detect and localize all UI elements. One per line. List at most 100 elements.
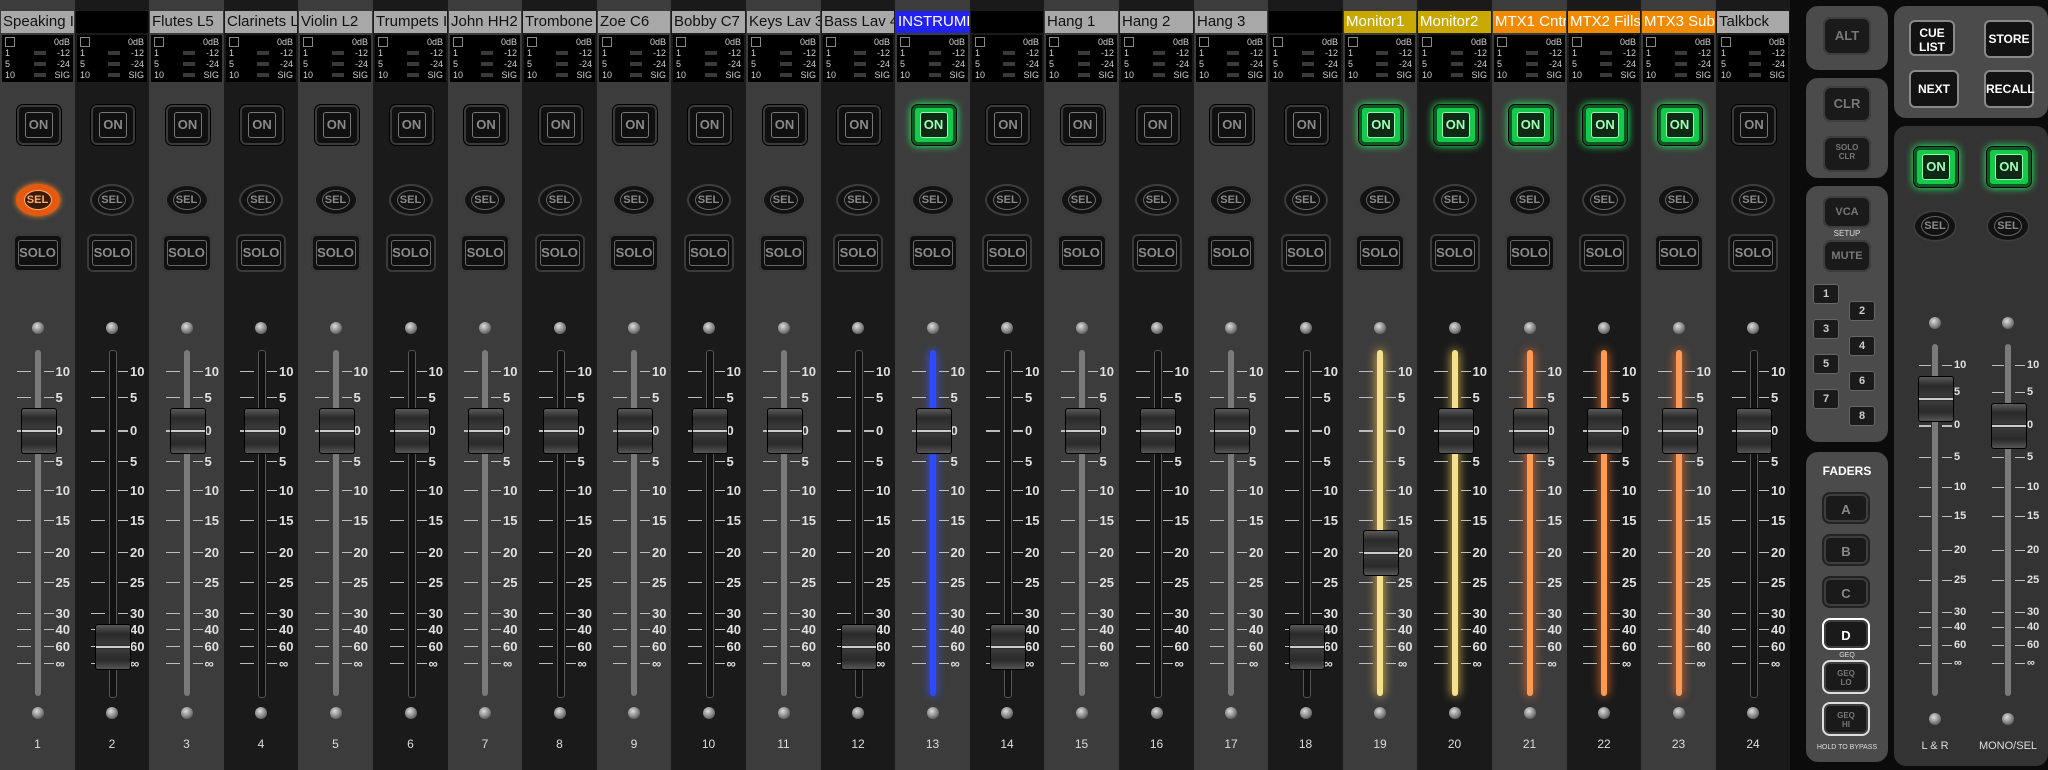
solo-button[interactable]: SOLO — [12, 234, 63, 272]
on-button[interactable]: ON — [15, 104, 62, 146]
master-sel-button[interactable]: SEL — [1986, 210, 2030, 242]
on-button[interactable]: ON — [463, 104, 509, 146]
solo-button[interactable]: SOLO — [1131, 234, 1182, 272]
fader-track[interactable] — [407, 350, 416, 698]
channel-name[interactable]: Bass Lav 4 — [822, 11, 894, 33]
fader-track[interactable] — [482, 350, 488, 696]
fader-track[interactable] — [1228, 350, 1234, 696]
fader-track[interactable] — [705, 350, 714, 698]
fader-cap[interactable] — [1661, 407, 1698, 454]
channel-name[interactable]: Trumpets I — [374, 11, 447, 33]
sel-button[interactable]: SEL — [15, 184, 60, 216]
fader-cap[interactable] — [1587, 407, 1623, 454]
fader-cap[interactable] — [1437, 407, 1474, 454]
pan-knob[interactable] — [180, 322, 193, 334]
trim-knob[interactable] — [31, 707, 44, 719]
mute-group-7-button[interactable]: 7 — [1813, 389, 1839, 409]
pan-knob[interactable] — [702, 322, 715, 334]
trim-knob[interactable] — [1672, 707, 1685, 719]
solo-button[interactable]: SOLO — [460, 234, 510, 272]
sel-button[interactable]: SEL — [910, 184, 955, 216]
fader-cap[interactable] — [990, 623, 1026, 670]
pan-knob[interactable] — [31, 322, 44, 334]
trim-knob[interactable] — [1150, 707, 1163, 719]
on-button[interactable]: ON — [1134, 104, 1181, 146]
solo-clr-button[interactable]: SOLO CLR — [1823, 136, 1871, 172]
master-trim-knob[interactable] — [1929, 713, 1941, 725]
fader-track[interactable] — [1451, 350, 1458, 696]
on-button[interactable]: ON — [1507, 104, 1554, 146]
pan-knob[interactable] — [1225, 322, 1237, 334]
solo-button[interactable]: SOLO — [1429, 234, 1480, 272]
sel-button[interactable]: SEL — [388, 184, 433, 216]
trim-knob[interactable] — [628, 707, 640, 719]
solo-button[interactable]: SOLO — [1206, 234, 1256, 272]
fader-track[interactable] — [1377, 350, 1383, 696]
geq-lo-button[interactable]: GEQ LO — [1822, 660, 1870, 694]
trim-knob[interactable] — [1747, 707, 1759, 719]
trim-knob[interactable] — [1001, 707, 1013, 719]
fader-track[interactable] — [929, 350, 936, 696]
fader-track[interactable] — [631, 350, 637, 696]
pan-knob[interactable] — [329, 322, 342, 334]
fader-cap[interactable] — [169, 407, 206, 454]
trim-knob[interactable] — [329, 707, 342, 719]
sel-button[interactable]: SEL — [1507, 184, 1552, 216]
pan-knob[interactable] — [628, 322, 640, 334]
sel-button[interactable]: SEL — [463, 184, 507, 216]
trim-knob[interactable] — [479, 707, 491, 719]
pan-knob[interactable] — [553, 322, 566, 334]
solo-button[interactable]: SOLO — [1579, 234, 1629, 272]
sel-button[interactable]: SEL — [537, 184, 582, 216]
solo-button[interactable]: SOLO — [236, 234, 286, 272]
solo-button[interactable]: SOLO — [1056, 234, 1107, 272]
fader-cap[interactable] — [1736, 407, 1772, 454]
master-on-button[interactable]: ON — [1913, 146, 1959, 188]
fader-cap[interactable] — [691, 407, 728, 454]
master-pan-knob[interactable] — [2002, 317, 2014, 329]
pan-knob[interactable] — [1672, 322, 1685, 334]
solo-button[interactable]: SOLO — [609, 234, 659, 272]
pan-knob[interactable] — [479, 322, 491, 334]
solo-button[interactable]: SOLO — [310, 234, 361, 272]
on-button[interactable]: ON — [1582, 104, 1628, 146]
pan-knob[interactable] — [1523, 322, 1536, 334]
on-button[interactable]: ON — [910, 104, 957, 146]
pan-knob[interactable] — [106, 322, 118, 334]
sel-button[interactable]: SEL — [1582, 184, 1626, 216]
solo-button[interactable]: SOLO — [982, 234, 1032, 272]
pan-knob[interactable] — [777, 322, 790, 334]
master-fader-track[interactable] — [2005, 344, 2011, 696]
master-pan-knob[interactable] — [1929, 317, 1941, 329]
fader-track[interactable] — [1750, 350, 1758, 698]
trim-knob[interactable] — [1075, 707, 1088, 719]
sel-button[interactable]: SEL — [313, 184, 358, 216]
layer-b-button[interactable]: B — [1822, 534, 1870, 566]
fader-track[interactable] — [780, 350, 787, 696]
channel-name[interactable]: Speaking I — [1, 11, 74, 33]
master-sel-button[interactable]: SEL — [1913, 210, 1957, 242]
on-button[interactable]: ON — [388, 104, 435, 146]
pan-knob[interactable] — [926, 322, 939, 334]
channel-name[interactable]: Hang 3 — [1195, 11, 1267, 33]
on-button[interactable]: ON — [164, 104, 211, 146]
sel-button[interactable]: SEL — [612, 184, 656, 216]
trim-knob[interactable] — [106, 707, 118, 719]
sel-button[interactable]: SEL — [1656, 184, 1701, 216]
pan-knob[interactable] — [1747, 322, 1759, 334]
fader-cap[interactable] — [1139, 407, 1176, 454]
trim-knob[interactable] — [1225, 707, 1237, 719]
fader-cap[interactable] — [244, 407, 280, 454]
sel-button[interactable]: SEL — [1432, 184, 1477, 216]
fader-cap[interactable] — [318, 407, 355, 454]
on-button[interactable]: ON — [1432, 104, 1479, 146]
channel-name[interactable]: INSTRUME — [896, 11, 969, 33]
on-button[interactable]: ON — [686, 104, 733, 146]
sel-button[interactable]: SEL — [1059, 184, 1104, 216]
trim-knob[interactable] — [1598, 707, 1610, 719]
fader-track[interactable] — [1153, 350, 1162, 698]
sel-button[interactable]: SEL — [239, 184, 283, 216]
pan-knob[interactable] — [1001, 322, 1013, 334]
sel-button[interactable]: SEL — [761, 184, 806, 216]
on-button[interactable]: ON — [537, 104, 584, 146]
